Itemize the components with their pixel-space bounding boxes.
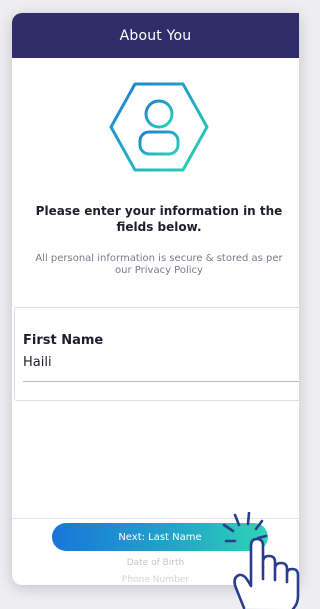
header-bar: About You (12, 13, 299, 58)
privacy-note: All personal information is secure & sto… (35, 253, 283, 276)
intro-headline: Please enter your information in the fie… (35, 204, 283, 234)
first-name-field-section: First Name (14, 307, 299, 401)
tap-hand-icon (222, 512, 300, 609)
user-hexagon-icon (109, 82, 209, 172)
first-name-input[interactable] (23, 355, 291, 370)
field-underline (23, 381, 299, 382)
page-title: About You (119, 27, 192, 44)
about-you-card: About You Please enter your information … (12, 13, 299, 585)
first-name-label: First Name (23, 333, 104, 348)
